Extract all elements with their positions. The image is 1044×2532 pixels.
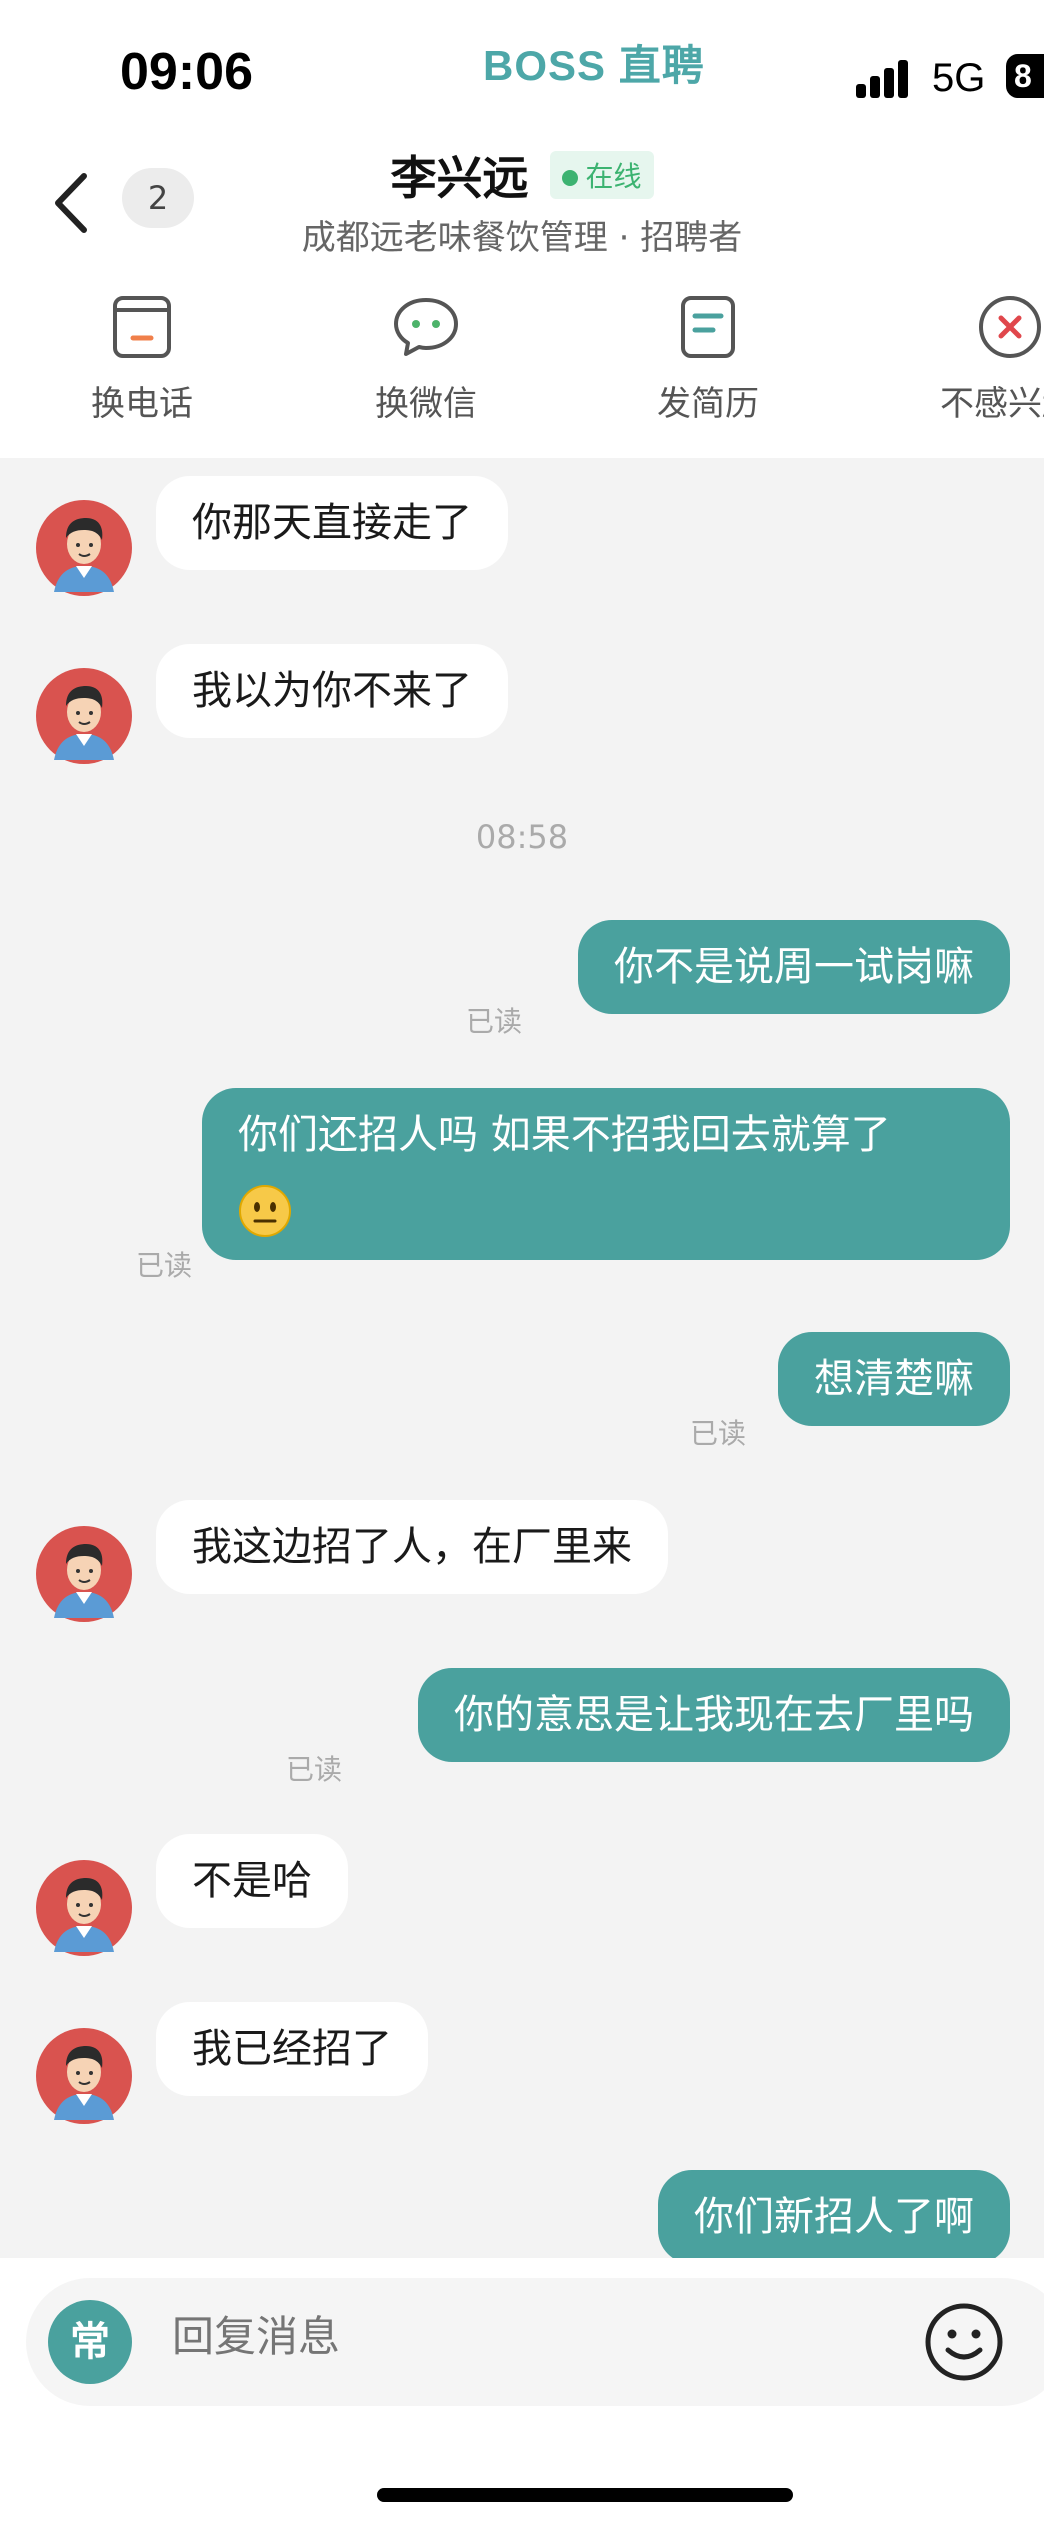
message-input-container[interactable]: 常 (26, 2278, 1044, 2406)
incoming-message[interactable]: 我这边招了人，在厂里来 (156, 1500, 668, 1594)
outgoing-message[interactable]: 你的意思是让我现在去厂里吗 (418, 1668, 1010, 1762)
home-indicator[interactable] (377, 2488, 793, 2502)
action-label: 不感兴趣 (940, 384, 1044, 424)
recruiter-avatar[interactable] (36, 668, 132, 764)
status-bar: 09:06 BOSS 直聘 5G 8 (0, 0, 1044, 130)
resume-icon (681, 296, 735, 358)
read-status: 已读 (466, 1005, 523, 1038)
wechat-bubble-icon (394, 298, 458, 356)
message-input[interactable] (172, 2312, 872, 2361)
emoji-button[interactable] (922, 2300, 1006, 2384)
contact-subtitle: 成都远老味餐饮管理 · 招聘者 (301, 218, 743, 258)
outgoing-message[interactable]: 想清楚嘛 (778, 1332, 1010, 1426)
outgoing-message[interactable]: 你们还招人吗 如果不招我回去就算了 (202, 1088, 1010, 1260)
chat-header: 2 李兴远 在线 成都远老味餐饮管理 · 招聘者 (0, 130, 1044, 272)
neutral-face-emoji (239, 1185, 291, 1237)
recruiter-avatar[interactable] (36, 1526, 132, 1622)
message-timestamp: 08:58 (475, 818, 569, 856)
read-status: 已读 (690, 1417, 747, 1450)
outgoing-message[interactable]: 你们新招人了啊 (658, 2170, 1010, 2258)
action-bar: 换电话 换微信 发简历 不感兴趣 (0, 272, 1044, 458)
recruiter-avatar[interactable] (36, 2028, 132, 2124)
chat-list[interactable]: 你那天直接走了 我以为你不来了 08:58 已读 你不是说周一试岗嘛 已读 你们… (0, 458, 1044, 2258)
recruiter-avatar[interactable] (36, 1860, 132, 1956)
signal-icon (856, 58, 916, 98)
online-status-label: 在线 (585, 160, 642, 193)
outgoing-message[interactable]: 你不是说周一试岗嘛 (578, 920, 1010, 1014)
contact-name[interactable]: 李兴远 (390, 142, 528, 208)
action-not-interested[interactable]: 不感兴趣 (920, 292, 1044, 425)
network-label: 5G (932, 56, 986, 100)
quick-reply-button[interactable]: 常 (48, 2300, 132, 2384)
action-label: 换微信 (375, 384, 477, 424)
action-exchange-wechat[interactable]: 换微信 (336, 292, 516, 425)
action-label: 换电话 (91, 384, 193, 424)
app-brand: BOSS 直聘 (483, 42, 705, 89)
incoming-message[interactable]: 你那天直接走了 (156, 476, 508, 570)
read-status: 已读 (286, 1753, 343, 1786)
action-exchange-phone[interactable]: 换电话 (52, 292, 232, 425)
recruiter-avatar[interactable] (36, 500, 132, 596)
phone-card-icon (113, 296, 171, 358)
incoming-message[interactable]: 我以为你不来了 (156, 644, 508, 738)
incoming-message[interactable]: 不是哈 (156, 1834, 348, 1928)
action-send-resume[interactable]: 发简历 (618, 292, 798, 425)
incoming-message[interactable]: 我已经招了 (156, 2002, 428, 2096)
close-circle-icon (979, 296, 1041, 358)
status-time: 09:06 (120, 43, 253, 101)
battery-icon: 8 (1006, 54, 1044, 98)
contact-name-row: 李兴远 在线 (0, 142, 1044, 208)
action-label: 发简历 (657, 384, 759, 424)
online-status-badge: 在线 (549, 151, 654, 199)
outgoing-message-text: 你们还招人吗 如果不招我回去就算了 (238, 1112, 891, 1158)
read-status: 已读 (136, 1249, 193, 1282)
online-dot-icon (561, 170, 578, 186)
